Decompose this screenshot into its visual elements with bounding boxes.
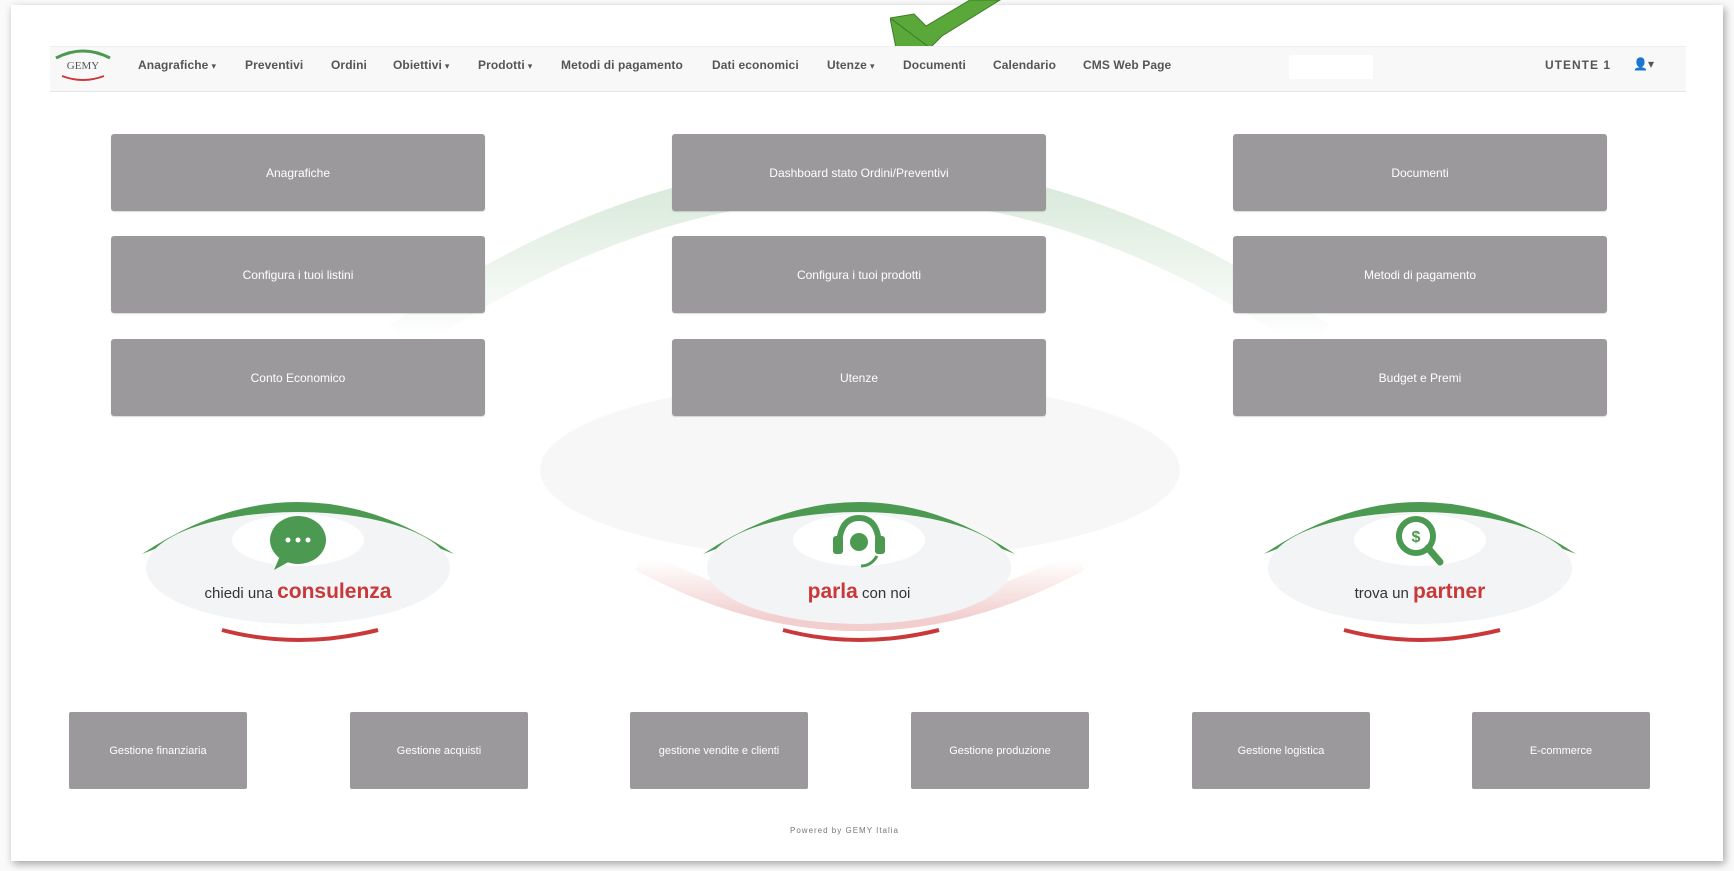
- chevron-down-icon: ▾: [211, 61, 217, 71]
- nav-documenti[interactable]: Documenti: [903, 58, 966, 72]
- footer-text: Powered by GEMY Italia: [790, 826, 900, 835]
- nav-preventivi[interactable]: Preventivi: [245, 58, 303, 72]
- badge-shape: [142, 502, 454, 642]
- logo-icon: GEMY: [55, 49, 111, 81]
- nav-metodi-pagamento[interactable]: Metodi di pagamento: [561, 58, 683, 72]
- badge-partner-label: trova un partner: [1354, 580, 1486, 603]
- tile-conto-economico[interactable]: Conto Economico: [111, 339, 485, 416]
- user-name-label[interactable]: UTENTE 1: [1545, 58, 1611, 72]
- nav-utenze[interactable]: Utenze ▾: [827, 58, 875, 72]
- nav-dati-economici[interactable]: Dati economici: [712, 58, 799, 72]
- brand-logo[interactable]: GEMY: [52, 46, 114, 86]
- nav-ordini[interactable]: Ordini: [331, 58, 367, 72]
- tile-utenze[interactable]: Utenze: [672, 339, 1046, 416]
- logo-text: GEMY: [67, 60, 99, 72]
- tile-gestione-logistica[interactable]: Gestione logistica: [1192, 712, 1370, 789]
- nav-obiettivi[interactable]: Obiettivi ▾: [393, 58, 450, 72]
- tile-configura-listini[interactable]: Configura i tuoi listini: [111, 236, 485, 313]
- svg-text:$: $: [1412, 529, 1421, 546]
- tile-documenti[interactable]: Documenti: [1233, 134, 1607, 211]
- tile-configura-prodotti[interactable]: Configura i tuoi prodotti: [672, 236, 1046, 313]
- tile-gestione-produzione[interactable]: Gestione produzione: [911, 712, 1089, 789]
- nav-prodotti[interactable]: Prodotti ▾: [478, 58, 532, 72]
- badge-trova-partner[interactable]: $ trova un partner: [1260, 470, 1580, 650]
- nav-anagrafiche[interactable]: Anagrafiche ▾: [138, 58, 216, 72]
- search-input[interactable]: [1289, 55, 1373, 79]
- badge-shape: [703, 502, 1015, 642]
- tile-metodi-pagamento[interactable]: Metodi di pagamento: [1233, 236, 1607, 313]
- badge-consulenza-label: chiedi una consulenza: [204, 580, 392, 603]
- nav-cms-web-page[interactable]: CMS Web Page: [1083, 58, 1171, 72]
- chevron-down-icon: ▾: [527, 61, 533, 71]
- badge-parla-label: parla con noi: [807, 580, 911, 603]
- chevron-down-icon: ▾: [444, 61, 450, 71]
- chevron-down-icon: ▾: [869, 61, 875, 71]
- badge-parla-con-noi[interactable]: parla con noi: [699, 470, 1019, 650]
- chevron-down-icon: ▾: [1647, 57, 1654, 71]
- tile-gestione-acquisti[interactable]: Gestione acquisti: [350, 712, 528, 789]
- tile-budget-premi[interactable]: Budget e Premi: [1233, 339, 1607, 416]
- tile-dashboard-ordini[interactable]: Dashboard stato Ordini/Preventivi: [672, 134, 1046, 211]
- tile-anagrafiche[interactable]: Anagrafiche: [111, 134, 485, 211]
- tile-e-commerce[interactable]: E-commerce: [1472, 712, 1650, 789]
- nav-calendario[interactable]: Calendario: [993, 58, 1056, 72]
- badge-consulenza[interactable]: chiedi una consulenza: [138, 470, 458, 650]
- user-icon[interactable]: 👤▾: [1633, 57, 1654, 71]
- badge-shape: $: [1264, 502, 1576, 642]
- tile-gestione-vendite[interactable]: gestione vendite e clienti: [630, 712, 808, 789]
- tile-gestione-finanziaria[interactable]: Gestione finanziaria: [69, 712, 247, 789]
